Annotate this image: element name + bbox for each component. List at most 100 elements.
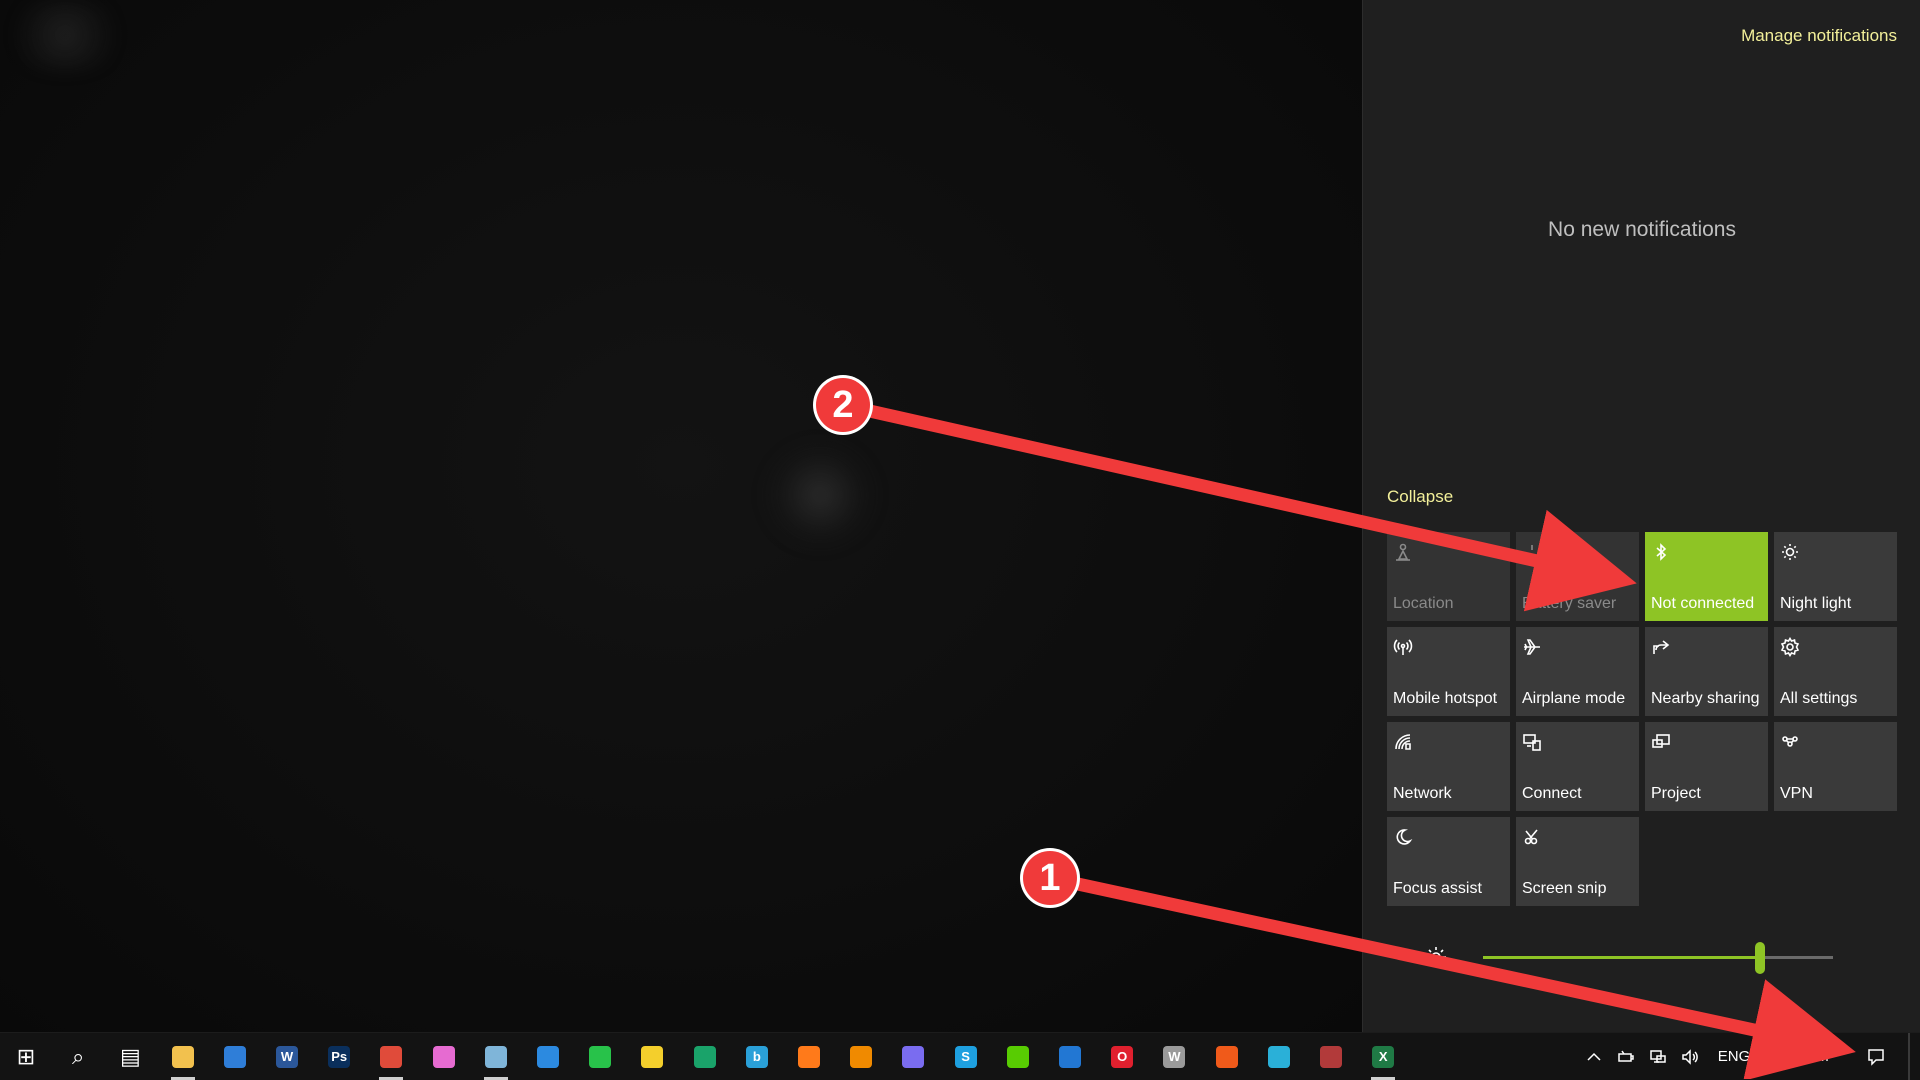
no-notifications-message: No new notifications [1548, 218, 1736, 241]
app-icon [693, 1045, 716, 1068]
chevron-up-icon [1587, 1052, 1601, 1061]
start-icon: ⊞ [16, 1043, 36, 1069]
quick-action-location[interactable]: Location [1387, 532, 1510, 621]
outlook-icon [1059, 1045, 1081, 1068]
quick-action-bluetooth[interactable]: Not connected [1645, 532, 1768, 621]
word-icon: W [276, 1045, 298, 1068]
whatsapp-taskbar-button[interactable] [576, 1033, 624, 1080]
wp-icon: W [1163, 1045, 1186, 1068]
photoshop-taskbar-button[interactable]: Ps [315, 1033, 363, 1080]
quick-action-night-light[interactable]: Night light [1774, 532, 1897, 621]
headset-taskbar-button[interactable] [1203, 1033, 1251, 1080]
tile-label: Project [1651, 785, 1701, 802]
brightness-slider-fill [1483, 956, 1760, 959]
quick-action-network[interactable]: Network [1387, 722, 1510, 811]
excel-taskbar-button[interactable]: X [1359, 1033, 1407, 1080]
vscode-taskbar-button[interactable] [524, 1033, 572, 1080]
bing-taskbar-button[interactable]: b [733, 1033, 781, 1080]
wp-taskbar-button[interactable]: W [1150, 1033, 1198, 1080]
skype-taskbar-button[interactable]: S [942, 1033, 990, 1080]
quick-action-screen-snip[interactable]: Screen snip [1516, 817, 1639, 906]
connect-icon [1522, 732, 1542, 752]
collapse-link[interactable]: Collapse [1387, 487, 1453, 507]
notepad-taskbar-button[interactable] [472, 1033, 520, 1080]
show-hidden-icons-chevron[interactable] [1580, 1033, 1608, 1080]
vpn-app-icon [902, 1045, 925, 1068]
itunes-taskbar-button[interactable] [420, 1033, 468, 1080]
search-taskbar-button[interactable]: ⌕ [54, 1033, 102, 1080]
bluetooth-icon [1651, 542, 1671, 562]
tile-label: Screen snip [1522, 880, 1607, 897]
app2-icon [1320, 1045, 1342, 1068]
tile-label: Connect [1522, 785, 1582, 802]
network-tray-icon[interactable] [1644, 1033, 1672, 1080]
tile-label: Location [1393, 595, 1454, 612]
media-player-taskbar-button[interactable] [628, 1033, 676, 1080]
bing-icon: b [745, 1045, 768, 1068]
action-center-button[interactable] [1854, 1033, 1898, 1080]
quick-action-connect[interactable]: Connect [1516, 722, 1639, 811]
tile-label: Not connected [1651, 595, 1755, 612]
quick-action-mobile-hotspot[interactable]: Mobile hotspot [1387, 627, 1510, 716]
firefox-icon [798, 1045, 820, 1068]
store-icon [223, 1045, 246, 1068]
clock[interactable]: 9:__PM [1760, 1033, 1846, 1080]
file-explorer-taskbar-button[interactable] [159, 1033, 207, 1080]
search-icon: ⌕ [72, 1043, 85, 1069]
word-taskbar-button[interactable]: W [263, 1033, 311, 1080]
desktop-background [0, 0, 1362, 1032]
brightness-slider-thumb[interactable] [1754, 942, 1765, 974]
chrome-taskbar-button[interactable] [367, 1033, 415, 1080]
store-taskbar-button[interactable] [211, 1033, 259, 1080]
screen-snip-icon [1522, 827, 1542, 847]
location-icon [1393, 542, 1413, 562]
tile-label: Battery saver [1522, 595, 1617, 612]
opera-icon: O [1111, 1045, 1134, 1068]
firefox-taskbar-button[interactable] [785, 1033, 833, 1080]
manage-notifications-link[interactable]: Manage notifications [1741, 26, 1897, 46]
airplane-icon [1522, 637, 1542, 657]
headset-icon [1215, 1045, 1238, 1068]
excel-icon: X [1372, 1045, 1395, 1068]
quick-action-project[interactable]: Project [1645, 722, 1768, 811]
app2-taskbar-button[interactable] [1307, 1033, 1355, 1080]
quick-action-vpn[interactable]: VPN [1774, 722, 1897, 811]
battery-saver-icon [1522, 542, 1542, 562]
duolingo-taskbar-button[interactable] [994, 1033, 1042, 1080]
taskbar: ⊞ ⌕ ▤ W Ps b S O W X ENG 9:__PM [0, 1032, 1920, 1080]
opera-taskbar-button[interactable]: O [1098, 1033, 1146, 1080]
quick-action-nearby-sharing[interactable]: Nearby sharing [1645, 627, 1768, 716]
action-center-panel: Manage notifications No new notification… [1362, 0, 1920, 1032]
notepad-icon [484, 1045, 507, 1068]
blurred-desktop-element [760, 440, 880, 550]
volume-icon[interactable] [1676, 1033, 1704, 1080]
quick-action-all-settings[interactable]: All settings [1774, 627, 1897, 716]
tile-label: Network [1393, 785, 1452, 802]
focus-assist-icon [1393, 827, 1413, 847]
quick-action-focus-assist[interactable]: Focus assist [1387, 817, 1510, 906]
task-view-taskbar-button[interactable]: ▤ [106, 1033, 154, 1080]
power-icon[interactable] [1612, 1033, 1640, 1080]
vlc-taskbar-button[interactable] [837, 1033, 885, 1080]
edge-taskbar-button[interactable] [1255, 1033, 1303, 1080]
mobile-hotspot-icon [1393, 637, 1413, 657]
brightness-icon [1423, 944, 1449, 970]
brightness-slider[interactable] [1483, 942, 1833, 974]
project-icon [1651, 732, 1671, 752]
vpn-app-taskbar-button[interactable] [889, 1033, 937, 1080]
language-indicator[interactable]: ENG [1712, 1033, 1756, 1080]
app-taskbar-button[interactable] [681, 1033, 729, 1080]
annotation-badge-1: 1 [1023, 851, 1077, 905]
show-desktop-button[interactable] [1908, 1033, 1910, 1080]
task-view-icon: ▤ [119, 1043, 141, 1069]
quick-action-battery-saver[interactable]: Battery saver [1516, 532, 1639, 621]
tile-label: Focus assist [1393, 880, 1482, 897]
network-icon [1393, 732, 1413, 752]
vlc-icon [850, 1045, 873, 1068]
duolingo-icon [1006, 1045, 1029, 1068]
edge-icon [1267, 1045, 1290, 1068]
start-taskbar-button[interactable]: ⊞ [2, 1033, 50, 1080]
blurred-desktop-element [0, 0, 130, 70]
quick-action-airplane-mode[interactable]: Airplane mode [1516, 627, 1639, 716]
outlook-taskbar-button[interactable] [1046, 1033, 1094, 1080]
